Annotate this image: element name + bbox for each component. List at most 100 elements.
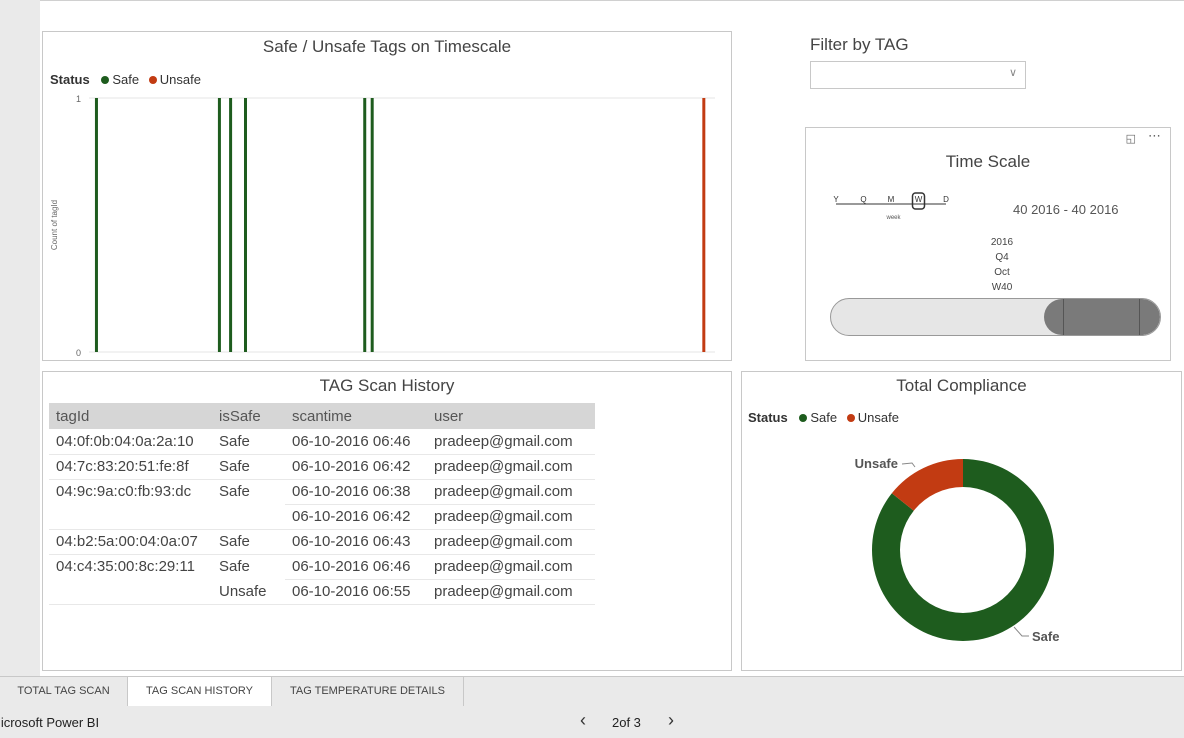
slider-handle-right[interactable]	[1139, 299, 1140, 335]
column-header-scantime[interactable]: scantime	[285, 403, 427, 429]
y-tick-label: 0	[76, 348, 81, 358]
left-rail	[0, 0, 40, 676]
time-scale-slicer[interactable]: ◱ ⋯ Time Scale Y Q M Wweek D 40 2016 - 40 20…	[805, 127, 1171, 361]
label-leader-unsafe	[901, 462, 916, 468]
app-name: Microsoft Power BI	[0, 715, 140, 730]
table-row[interactable]: 04:9c:9a:c0:fb:93:dc Safe 06-10-2016 06:38…	[49, 479, 595, 505]
table-row[interactable]: 04:b2:5a:00:04:0a:07 Safe 06-10-2016 06:43…	[49, 529, 595, 555]
focus-mode-icon[interactable]: ◱	[1126, 132, 1136, 145]
timescale-chart-title: Safe / Unsafe Tags on Timescale	[262, 37, 512, 56]
period-year: 2016	[990, 237, 1014, 248]
timescale-chart[interactable]: Safe / Unsafe Tags on Timescale Status S…	[42, 31, 732, 361]
safe-dot-icon	[101, 76, 110, 84]
table-header-row: tagId isSafe scantime user	[49, 403, 595, 429]
period-quarter: Q4	[995, 252, 1009, 263]
table-row[interactable]: 04:0f:0b:04:0a:2a:10 Safe 06-10-2016 06:46…	[49, 429, 595, 455]
cell-user: pradeep@gmail.com	[427, 454, 595, 480]
tab-tag-temperature-details[interactable]: TAG TEMPERATURE DETAILS	[272, 677, 464, 707]
bar-safe[interactable]	[229, 98, 233, 352]
slider-selected-range[interactable]	[1044, 299, 1160, 335]
scan-history-table: tagId isSafe scantime user 04:0f:0b:04:0…	[49, 403, 595, 605]
table-row[interactable]: 04:c4:35:00:8c:29:11 Safe 06-10-2016 06:46…	[49, 554, 595, 580]
y-tick-label: 1	[76, 94, 81, 104]
tab-tag-scan-history[interactable]: TAG SCAN HISTORY	[128, 677, 272, 707]
bar-safe[interactable]	[217, 98, 221, 352]
cell-issafe: Safe	[219, 558, 250, 576]
cell-tagid: 04:c4:35:00:8c:29:11	[56, 558, 195, 576]
app-name-text: Microsoft Power BI	[0, 715, 100, 730]
table-row[interactable]: 04:7c:83:20:51:fe:8f Safe 06-10-2016 06:42…	[49, 454, 595, 480]
scan-history-title: TAG Scan History	[319, 376, 455, 395]
granularity-option[interactable]: Y	[833, 195, 839, 204]
scan-history-table-visual[interactable]: TAG Scan History tagId isSafe scantime u…	[42, 371, 732, 671]
cell-user: pradeep@gmail.com	[427, 479, 595, 505]
cell-issafe: Safe	[219, 483, 250, 501]
bar-safe[interactable]	[94, 98, 98, 352]
page-indicator: 2of 3	[612, 715, 641, 730]
label-leader-safe	[1013, 626, 1029, 637]
chevron-right-icon[interactable]: ›	[668, 710, 674, 731]
legend-label-safe: Safe	[112, 72, 140, 87]
cell-tagid: 04:7c:83:20:51:fe:8f	[49, 454, 212, 480]
compliance-donut-chart: Unsafe Safe	[855, 456, 1060, 644]
cell-user: pradeep@gmail.com	[427, 579, 595, 605]
cell-issafe: Safe	[212, 454, 285, 480]
table-row[interactable]: Unsafe 06-10-2016 06:55 pradeep@gmail.com	[49, 579, 595, 605]
cell-user: pradeep@gmail.com	[427, 554, 595, 580]
period-month: Oct	[994, 267, 1010, 278]
more-options-icon[interactable]: ⋯	[1148, 128, 1162, 144]
slice-label-safe: Safe	[1032, 629, 1059, 644]
chevron-down-icon: ∨	[1008, 67, 1017, 79]
bar-safe[interactable]	[363, 98, 367, 352]
granularity-caption: week	[885, 215, 901, 221]
legend-label-unsafe: Unsafe	[159, 72, 201, 87]
granularity-selector[interactable]: Y Q M Wweek D	[828, 192, 978, 232]
tab-total-tag-scan[interactable]: TOTAL TAG SCAN	[0, 677, 128, 707]
cell-scantime: 06-10-2016 06:38	[285, 479, 427, 505]
column-header-tagid[interactable]: tagId	[49, 403, 212, 429]
granularity-option[interactable]: D	[943, 195, 949, 204]
time-scale-title: Time Scale	[945, 152, 1031, 171]
cell-user: pradeep@gmail.com	[427, 529, 595, 555]
bar-safe[interactable]	[370, 98, 374, 352]
period-week: W40	[991, 282, 1013, 293]
bar-unsafe[interactable]	[702, 98, 706, 352]
cell-scantime: 06-10-2016 06:46	[285, 429, 427, 455]
granularity-option[interactable]: M	[888, 195, 895, 204]
cell-issafe	[212, 504, 285, 530]
legend-item-unsafe[interactable]: Unsafe	[148, 72, 201, 87]
cell-tagid	[49, 579, 212, 605]
column-header-user[interactable]: user	[427, 403, 595, 429]
status-bar: Microsoft Power BI ‹ 2of 3 ›	[0, 706, 1184, 738]
time-range-slider[interactable]	[830, 298, 1161, 336]
slider-handle-left[interactable]	[1063, 299, 1064, 335]
column-header-issafe[interactable]: isSafe	[212, 403, 285, 429]
page-tab-bar: TOTAL TAG SCAN TAG SCAN HISTORY TAG TEMP…	[0, 676, 1184, 707]
cell-scantime: 06-10-2016 06:42	[285, 454, 427, 480]
cell-user: pradeep@gmail.com	[427, 429, 595, 455]
filter-title: Filter by TAG	[810, 35, 909, 54]
cell-tagid	[49, 504, 212, 530]
unsafe-dot-icon	[148, 76, 157, 84]
timescale-legend-title: Status	[50, 72, 90, 87]
slice-label-unsafe: Unsafe	[855, 456, 898, 471]
chevron-left-icon[interactable]: ‹	[580, 710, 586, 731]
cell-issafe: Safe	[212, 429, 285, 455]
bar-safe[interactable]	[244, 98, 247, 352]
cell-tagid: 04:9c:9a:c0:fb:93:dc	[56, 483, 192, 501]
compliance-donut-visual[interactable]: Total Compliance Status Safe Unsafe Unsa…	[741, 371, 1182, 671]
timescale-plot: 016:40 AM6:45 AM6:50 AM6:55 AMtimeCount …	[50, 94, 715, 358]
cell-issafe: Unsafe	[212, 579, 285, 605]
cell-issafe: Safe	[212, 529, 285, 555]
tag-filter-dropdown[interactable]: ∨	[810, 61, 1026, 89]
granularity-option[interactable]: Q	[860, 195, 866, 204]
report-canvas: Safe / Unsafe Tags on Timescale Status S…	[40, 0, 1184, 676]
cell-scantime: 06-10-2016 06:42	[285, 504, 427, 530]
time-period-stack: 2016 Q4 Oct W40	[972, 235, 1032, 295]
y-axis-title: Count of tagId	[50, 200, 59, 250]
time-range-text: 40 2016 - 40 2016	[1013, 202, 1119, 217]
legend-item-safe[interactable]: Safe	[101, 72, 139, 87]
table-row[interactable]: 06-10-2016 06:42 pradeep@gmail.com	[49, 504, 595, 530]
cell-tagid: 04:b2:5a:00:04:0a:07	[49, 529, 212, 555]
granularity-option[interactable]: W	[915, 195, 923, 204]
